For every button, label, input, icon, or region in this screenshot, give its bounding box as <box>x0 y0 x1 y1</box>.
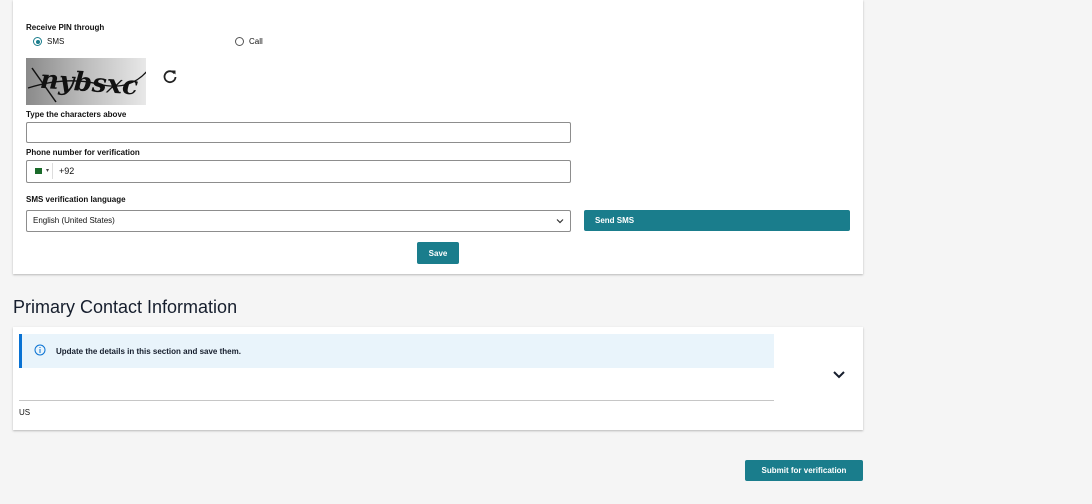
country-caret-icon[interactable]: ▾ <box>46 167 49 174</box>
radio-call[interactable]: Call <box>235 37 263 46</box>
refresh-icon[interactable] <box>162 68 178 84</box>
country-value: US <box>19 408 31 417</box>
radio-sms-indicator[interactable] <box>33 37 42 46</box>
divider <box>19 400 774 401</box>
language-select-value: English (United States) <box>33 216 115 225</box>
radio-sms-label: SMS <box>47 37 65 46</box>
radio-call-label: Call <box>249 37 263 46</box>
primary-contact-title: Primary Contact Information <box>13 297 238 317</box>
phone-label: Phone number for verification <box>26 148 140 157</box>
submit-verification-button[interactable]: Submit for verification <box>745 460 863 481</box>
captcha-input[interactable] <box>26 122 571 143</box>
phone-input[interactable]: ▾ +92 <box>26 160 571 183</box>
info-alert: Update the details in this section and s… <box>19 334 774 368</box>
send-sms-button[interactable]: Send SMS <box>584 210 850 231</box>
save-button[interactable]: Save <box>417 242 459 264</box>
captcha-input-label: Type the characters above <box>26 110 127 119</box>
captcha-image: nybsxc <box>26 58 146 105</box>
info-icon <box>34 344 46 356</box>
flag-icon[interactable] <box>33 168 42 174</box>
language-select[interactable]: English (United States) <box>26 210 571 232</box>
expand-chevron-icon[interactable] <box>832 369 846 379</box>
chevron-down-icon <box>556 219 564 224</box>
phone-code: +92 <box>59 166 75 176</box>
captcha-text: nybsxc <box>39 65 139 102</box>
radio-sms[interactable]: SMS <box>33 37 64 46</box>
primary-contact-card: Update the details in this section and s… <box>13 327 863 430</box>
language-label: SMS verification language <box>26 195 126 204</box>
phone-separator <box>52 163 53 179</box>
pin-verification-card: Receive PIN through SMS Call nybsxc Type… <box>13 0 863 274</box>
receive-pin-label: Receive PIN through <box>26 23 105 32</box>
info-message: Update the details in this section and s… <box>56 347 241 356</box>
radio-call-indicator[interactable] <box>235 37 244 46</box>
